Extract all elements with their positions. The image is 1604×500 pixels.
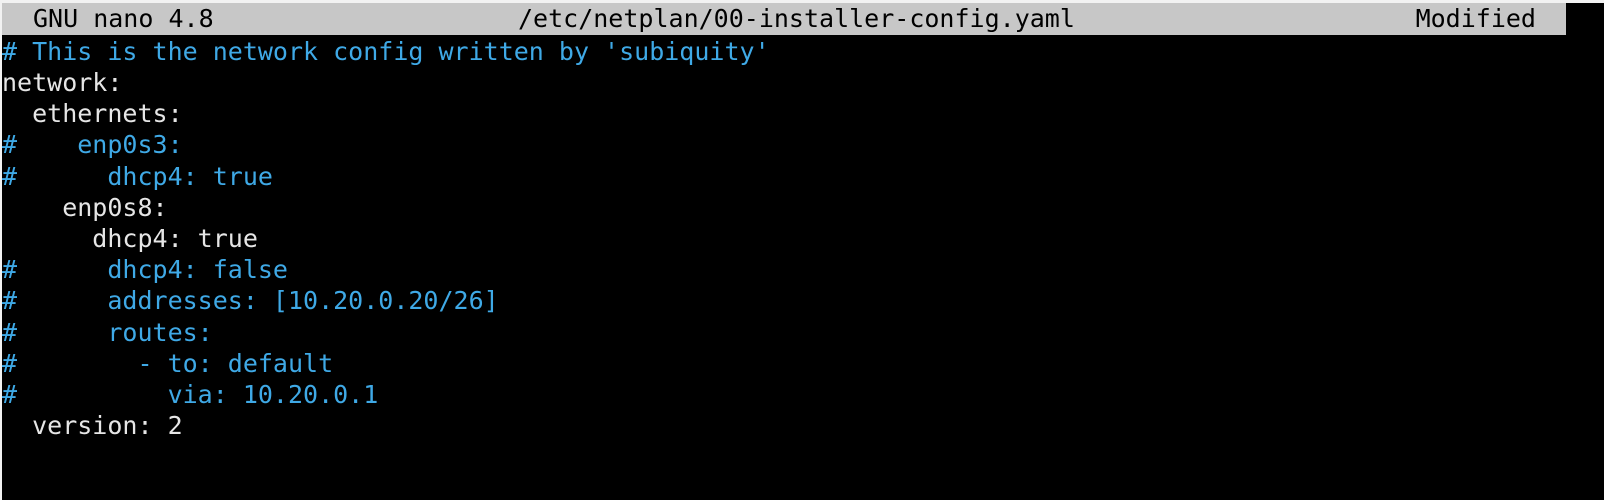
modified-status: Modified (1415, 4, 1536, 33)
editor-line[interactable]: # dhcp4: false (2, 254, 288, 285)
editor-line[interactable]: # - to: default (2, 348, 333, 379)
text-editor-area[interactable]: # This is the network config written by … (2, 36, 1566, 500)
editor-line[interactable]: enp0s8: (2, 192, 167, 223)
editor-line[interactable]: # dhcp4: true (2, 161, 273, 192)
terminal-window[interactable]: GNU nano 4.8 /etc/netplan/00-installer-c… (2, 3, 1604, 500)
editor-line[interactable]: # via: 10.20.0.1 (2, 379, 378, 410)
editor-line[interactable]: version: 2 (2, 410, 183, 441)
editor-line[interactable]: # enp0s3: (2, 129, 183, 160)
editor-line[interactable]: # This is the network config written by … (2, 36, 770, 67)
editor-line[interactable]: dhcp4: true (2, 223, 258, 254)
editor-line[interactable]: # routes: (2, 317, 213, 348)
nano-title-bar: GNU nano 4.8 /etc/netplan/00-installer-c… (2, 3, 1566, 35)
editor-name-version: GNU nano 4.8 (33, 4, 214, 33)
editor-line[interactable]: # addresses: [10.20.0.20/26] (2, 285, 499, 316)
terminal-right-edge (1566, 3, 1604, 500)
editor-line[interactable]: ethernets: (2, 98, 183, 129)
file-path: /etc/netplan/00-installer-config.yaml (518, 4, 1075, 33)
editor-line[interactable]: network: (2, 67, 122, 98)
